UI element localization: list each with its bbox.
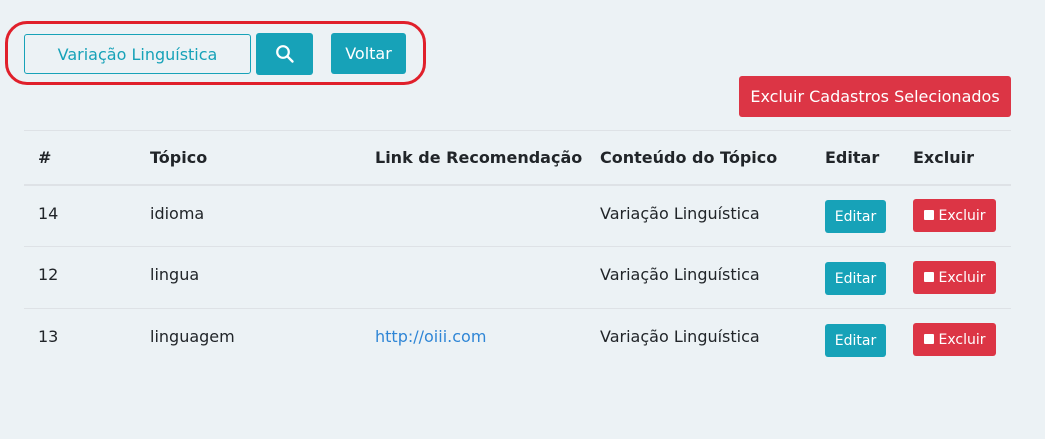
row-topic: lingua — [150, 265, 200, 284]
checkbox-icon[interactable] — [923, 209, 934, 220]
row-content: Variação Linguística — [600, 204, 760, 223]
table-top-border — [24, 130, 1011, 131]
header-link: Link de Recomendação — [375, 148, 583, 167]
header-delete: Excluir — [913, 148, 974, 167]
delete-label: Excluir — [938, 331, 986, 348]
row-content: Variação Linguística — [600, 265, 760, 284]
header-divider — [24, 184, 1011, 186]
delete-label: Excluir — [938, 207, 986, 224]
search-icon — [275, 45, 294, 63]
delete-label: Excluir — [938, 269, 986, 286]
row-id: 12 — [38, 265, 59, 284]
row-divider — [24, 308, 1011, 309]
row-link[interactable]: http://oiii.com — [375, 327, 486, 347]
edit-button[interactable]: Editar — [825, 200, 886, 233]
header-topic: Tópico — [150, 148, 208, 167]
checkbox-icon[interactable] — [923, 271, 934, 282]
row-content: Variação Linguística — [600, 327, 760, 346]
delete-button[interactable]: Excluir — [913, 261, 996, 294]
row-topic: linguagem — [150, 327, 235, 346]
header-content: Conteúdo do Tópico — [600, 148, 778, 167]
row-topic: idioma — [150, 204, 205, 223]
row-id: 14 — [38, 204, 59, 223]
search-button[interactable] — [256, 33, 313, 75]
header-edit: Editar — [825, 148, 880, 167]
header-id: # — [38, 148, 52, 167]
delete-button[interactable]: Excluir — [913, 323, 996, 356]
delete-button[interactable]: Excluir — [913, 199, 996, 232]
search-input[interactable] — [24, 34, 251, 74]
row-id: 13 — [38, 327, 59, 346]
row-divider — [24, 246, 1011, 247]
back-button[interactable]: Voltar — [331, 33, 406, 74]
edit-button[interactable]: Editar — [825, 324, 886, 357]
checkbox-icon[interactable] — [923, 333, 934, 344]
edit-button[interactable]: Editar — [825, 262, 886, 295]
delete-selected-button[interactable]: Excluir Cadastros Selecionados — [739, 76, 1011, 117]
